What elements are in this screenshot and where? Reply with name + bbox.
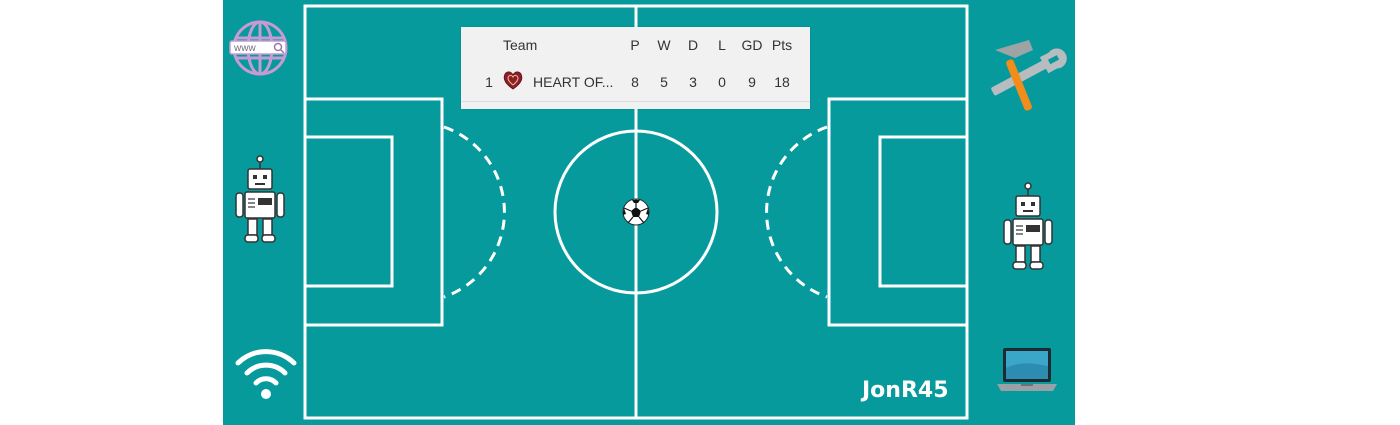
played-cell: 8 xyxy=(631,74,639,90)
goal-difference-cell: 9 xyxy=(748,74,756,90)
robot-icon xyxy=(1003,182,1053,270)
left-penalty-arc xyxy=(443,125,506,299)
right-goal-box xyxy=(878,135,969,288)
www-address-text: www xyxy=(233,43,256,54)
right-penalty-arc xyxy=(765,125,828,299)
table-header-row: Team P W D L GD Pts xyxy=(461,27,810,63)
left-goal-box xyxy=(303,135,394,288)
heart-of-midlothian-crest-icon xyxy=(503,71,523,90)
position-cell: 1 xyxy=(485,74,493,90)
wifi-icon xyxy=(235,349,297,399)
column-header-goal-difference: GD xyxy=(741,37,763,53)
lost-cell: 0 xyxy=(718,74,726,90)
column-header-played: P xyxy=(630,37,640,53)
column-header-points: Pts xyxy=(771,37,793,53)
won-cell: 5 xyxy=(660,74,668,90)
football-banner: www Team P W D L GD Pts 1 HEART OF... 8 … xyxy=(223,0,1075,425)
laptop-icon xyxy=(997,348,1057,391)
drawn-cell: 3 xyxy=(689,74,697,90)
team-name-cell: HEART OF... xyxy=(533,74,614,90)
column-header-won: W xyxy=(657,37,671,53)
www-globe-icon: www xyxy=(229,20,288,76)
hammer-wrench-icon xyxy=(991,40,1067,111)
football-icon xyxy=(622,198,650,226)
robot-icon xyxy=(235,155,285,243)
column-header-drawn: D xyxy=(687,37,699,53)
league-table: Team P W D L GD Pts 1 HEART OF... 8 5 3 … xyxy=(461,27,810,109)
left-penalty-box xyxy=(303,97,444,327)
author-signature: JonR45 xyxy=(862,378,949,403)
column-header-team: Team xyxy=(503,37,538,53)
points-cell: 18 xyxy=(774,74,790,90)
right-penalty-box xyxy=(827,97,969,327)
column-header-lost: L xyxy=(718,37,726,53)
